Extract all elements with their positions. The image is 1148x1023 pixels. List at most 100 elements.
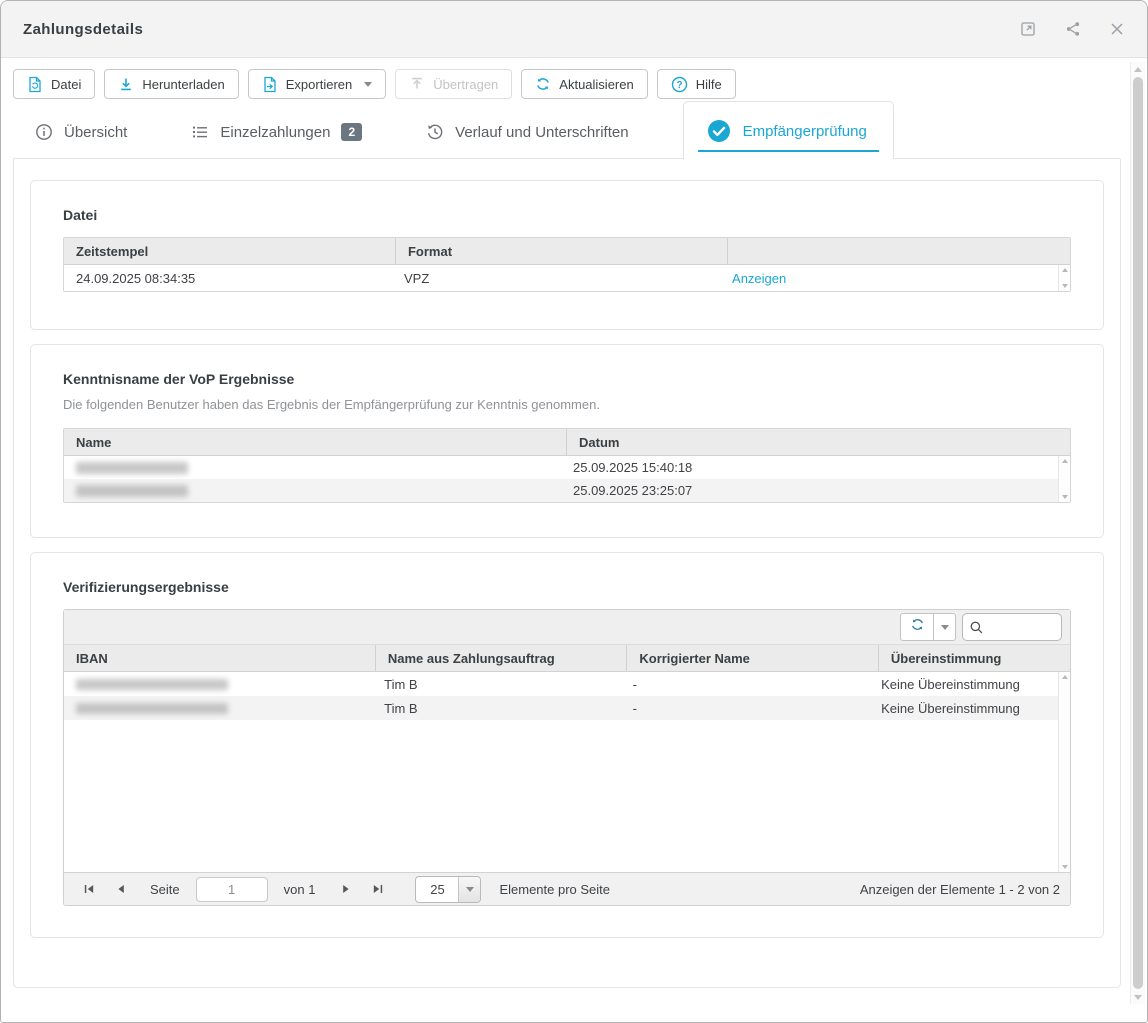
column-header-name-aus-zahlungsauftrag[interactable]: Name aus Zahlungsauftrag	[376, 645, 628, 671]
page-number-input[interactable]	[196, 877, 268, 902]
scroll-up-icon[interactable]	[1062, 459, 1068, 463]
tab-uebersicht[interactable]: Übersicht	[25, 123, 137, 158]
tab-verlauf-und-unterschriften[interactable]: Verlauf und Unterschriften	[416, 123, 638, 158]
elemente-pro-seite-label: Elemente pro Seite	[499, 882, 610, 897]
datei-button-label: Datei	[51, 77, 81, 92]
page-size-dropdown[interactable]: 25	[415, 876, 481, 903]
table-row[interactable]: 25.09.2025 15:40:18	[64, 456, 1058, 479]
table-row[interactable]: 24.09.2025 08:34:35 VPZ Anzeigen	[64, 265, 1058, 291]
datei-table-header: Zeitstempel Format	[64, 238, 1070, 265]
hilfe-button[interactable]: ? Hilfe	[657, 69, 736, 99]
table-scrollbar[interactable]	[1058, 672, 1070, 872]
tab-bar: Übersicht Einzelzahlungen 2 Verlauf und …	[1, 104, 1127, 158]
vop-table-header: Name Datum	[64, 429, 1070, 456]
vop-section-title: Kenntnisname der VoP Ergebnisse	[63, 371, 1071, 387]
column-header-korrigierter-name[interactable]: Korrigierter Name	[627, 645, 879, 671]
uebereinstimmung-cell: Keine Übereinstimmung	[869, 696, 1058, 720]
export-file-icon	[262, 76, 278, 93]
scroll-up-icon[interactable]	[1062, 675, 1068, 679]
grid-refresh-options-button[interactable]	[934, 614, 955, 640]
grid-refresh-button[interactable]	[901, 614, 934, 640]
search-icon	[969, 620, 984, 635]
verif-grid: IBAN Name aus Zahlungsauftrag Korrigiert…	[63, 609, 1071, 906]
verifizierungsergebnisse-section: Verifizierungsergebnisse	[30, 552, 1104, 938]
scroll-down-icon[interactable]	[1062, 284, 1068, 288]
einzelzahlungen-count-badge: 2	[341, 123, 362, 141]
redacted-iban	[76, 679, 228, 690]
first-page-button[interactable]	[78, 878, 100, 900]
history-icon	[426, 123, 444, 141]
datei-section: Datei Zeitstempel Format 24.09.2025 08:3…	[30, 180, 1104, 330]
file-icon	[27, 76, 43, 93]
column-header-name[interactable]: Name	[64, 429, 567, 455]
table-row[interactable]: Tim B - Keine Übereinstimmung	[64, 672, 1058, 696]
vop-section-subtitle: Die folgenden Benutzer haben das Ergebni…	[63, 397, 1071, 412]
table-row[interactable]: 25.09.2025 23:25:07	[64, 479, 1058, 502]
uebertragen-button[interactable]: Übertragen	[395, 69, 512, 99]
vop-table: Name Datum 25.09.2025 15:40:18 25.09.202…	[63, 428, 1071, 503]
tab-empfaengerpruefung[interactable]: Empfängerprüfung	[683, 101, 894, 159]
table-scrollbar[interactable]	[1058, 456, 1070, 502]
tab-verlauf-label: Verlauf und Unterschriften	[455, 124, 628, 141]
toolbar: Datei Herunterladen Exportieren Übertr	[1, 58, 1127, 104]
anzeigen-link[interactable]: Anzeigen	[732, 271, 786, 286]
search-input[interactable]	[988, 620, 1052, 635]
datei-table: Zeitstempel Format 24.09.2025 08:34:35 V…	[63, 237, 1071, 292]
tab-einzelzahlungen-label: Einzelzahlungen	[220, 124, 330, 141]
datei-section-title: Datei	[63, 207, 1071, 223]
korrigierter-name-cell: -	[621, 672, 870, 696]
column-header-format[interactable]: Format	[396, 238, 728, 264]
aktualisieren-button-label: Aktualisieren	[559, 77, 633, 92]
korrigierter-name-cell: -	[621, 696, 870, 720]
dialog-title: Zahlungsdetails	[23, 21, 1019, 38]
scrollbar-thumb[interactable]	[1133, 77, 1143, 989]
name-cell: Tim B	[372, 672, 621, 696]
payment-details-dialog: Zahlungsdetails Datei	[0, 0, 1148, 1023]
table-row[interactable]: Tim B - Keine Übereinstimmung	[64, 696, 1058, 720]
tab-einzelzahlungen[interactable]: Einzelzahlungen 2	[181, 123, 372, 158]
grid-refresh-split-button	[900, 613, 956, 641]
scroll-down-icon[interactable]	[1131, 990, 1145, 1004]
verif-table-header: IBAN Name aus Zahlungsauftrag Korrigiert…	[64, 645, 1070, 672]
close-icon[interactable]	[1109, 21, 1125, 37]
column-header-datum[interactable]: Datum	[567, 429, 1070, 455]
seite-label: Seite	[150, 882, 180, 897]
help-icon: ?	[671, 76, 688, 93]
von-label: von 1	[284, 882, 316, 897]
last-page-button[interactable]	[367, 878, 389, 900]
redacted-iban	[76, 703, 228, 714]
column-header-iban[interactable]: IBAN	[64, 645, 376, 671]
page-size-value: 25	[416, 877, 458, 902]
exportieren-button[interactable]: Exportieren	[248, 69, 386, 99]
pagination-bar: Seite von 1 25 Elemente pr	[64, 872, 1070, 905]
verif-section-title: Verifizierungsergebnisse	[63, 579, 1071, 595]
column-header-zeitstempel[interactable]: Zeitstempel	[64, 238, 396, 264]
scroll-down-icon[interactable]	[1062, 865, 1068, 869]
redacted-user-name	[76, 485, 188, 497]
aktualisieren-button[interactable]: Aktualisieren	[521, 69, 647, 99]
herunterladen-button[interactable]: Herunterladen	[104, 69, 238, 99]
redacted-user-name	[76, 462, 188, 474]
tab-uebersicht-label: Übersicht	[64, 124, 127, 141]
next-page-button[interactable]	[335, 878, 357, 900]
format-cell: VPZ	[392, 265, 720, 291]
uebereinstimmung-cell: Keine Übereinstimmung	[869, 672, 1058, 696]
datei-button[interactable]: Datei	[13, 69, 95, 99]
grid-search-box	[962, 613, 1062, 641]
dialog-scrollbar[interactable]	[1130, 62, 1145, 1004]
herunterladen-button-label: Herunterladen	[142, 77, 224, 92]
share-icon[interactable]	[1064, 20, 1082, 38]
prev-page-button[interactable]	[110, 878, 132, 900]
refresh-icon	[535, 76, 551, 92]
table-scrollbar[interactable]	[1058, 265, 1070, 291]
column-header-uebereinstimmung[interactable]: Übereinstimmung	[879, 645, 1070, 671]
scroll-down-icon[interactable]	[1062, 495, 1068, 499]
popout-icon[interactable]	[1019, 20, 1037, 38]
scroll-up-icon[interactable]	[1062, 268, 1068, 272]
vop-kenntnisnahme-section: Kenntnisname der VoP Ergebnisse Die folg…	[30, 344, 1104, 538]
uebertragen-button-label: Übertragen	[433, 77, 498, 92]
hilfe-button-label: Hilfe	[696, 77, 722, 92]
zeitstempel-cell: 24.09.2025 08:34:35	[64, 265, 392, 291]
dialog-titlebar: Zahlungsdetails	[1, 1, 1147, 58]
scroll-up-icon[interactable]	[1131, 62, 1145, 76]
